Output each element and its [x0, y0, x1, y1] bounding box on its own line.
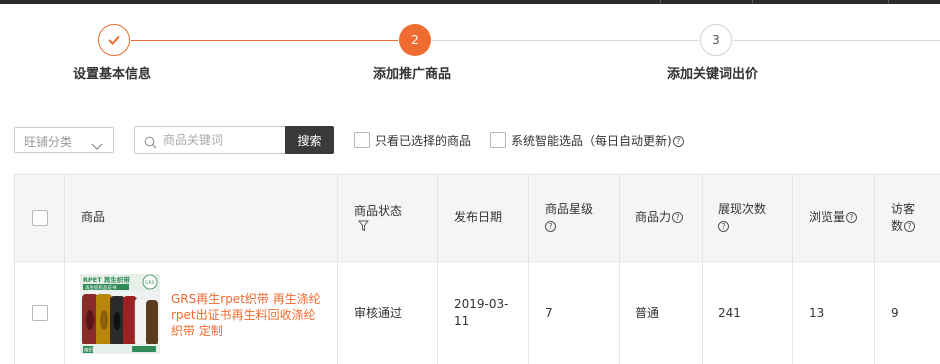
help-icon[interactable]: ? [904, 221, 916, 232]
step-2-number: 2 [411, 33, 419, 47]
row-checkbox[interactable] [32, 305, 48, 321]
category-select-value: 旺铺分类 [24, 135, 73, 149]
col-product-power: 商品力? [635, 209, 684, 226]
filter-icon[interactable] [357, 220, 370, 237]
col-product-power-label: 商品力 [635, 210, 672, 224]
smart-select-checkbox[interactable] [490, 132, 506, 148]
col-star-level-label: 商品星级 [545, 202, 594, 216]
col-product: 商品 [81, 210, 106, 224]
col-visitors: 访客数? [891, 201, 921, 235]
step-3-number: 3 [712, 33, 720, 47]
product-title-link[interactable]: GRS再生rpet织带 再生涤纶rpet出证书再生料回收涤纶织带 定制 [171, 291, 325, 339]
help-icon[interactable]: ? [545, 221, 556, 232]
cell-status: 审核通过 [354, 306, 403, 320]
col-impressions: 展现次数 ? [718, 201, 766, 235]
step-2-circle: 2 [399, 24, 431, 56]
col-divider [619, 174, 620, 364]
image-stamp-text: GRS [145, 280, 155, 286]
only-selected-checkbox[interactable] [354, 132, 370, 148]
col-status[interactable]: 商品状态 [354, 203, 402, 237]
col-publish-date: 发布日期 [454, 210, 503, 224]
top-nav-strip [0, 0, 940, 4]
search-input[interactable] [163, 131, 281, 149]
select-all-checkbox[interactable] [32, 210, 48, 226]
search-button[interactable]: 搜索 [285, 126, 334, 154]
col-star-level: 商品星级 ? [545, 201, 593, 235]
help-icon[interactable]: ? [672, 136, 684, 147]
col-divider [437, 174, 438, 364]
help-icon[interactable]: ? [846, 212, 858, 223]
col-views: 浏览量? [809, 209, 858, 226]
table-row: RPET 再生织带 再生纺织品证书 GRS 精织 GRS再生rpet织带 再生涤… [15, 262, 940, 364]
col-divider [702, 174, 703, 364]
chevron-down-icon [91, 136, 103, 155]
cell-visitors: 9 [891, 306, 899, 320]
col-impressions-label: 展现次数 [718, 202, 767, 216]
cell-views: 13 [809, 306, 825, 320]
step-line-2-3 [432, 40, 699, 41]
col-divider [64, 174, 65, 364]
product-table: 商品 商品状态 发布日期 商品星级 ? 商品力? 展现次数 ? 浏览量? 访客数… [14, 174, 940, 364]
cell-product-power: 普通 [635, 306, 660, 320]
step-line-3-end [733, 40, 940, 41]
step-1-label: 设置基本信息 [73, 67, 152, 82]
only-selected-label[interactable]: 只看已选择的商品 [375, 132, 471, 149]
image-sub-text: 再生纺织品证书 [85, 284, 117, 291]
search-box [134, 126, 286, 154]
help-icon[interactable]: ? [672, 212, 684, 223]
step-1-done-icon [98, 24, 130, 56]
cell-publish-date: 2019-03-11 [454, 297, 509, 328]
step-3-circle: 3 [700, 24, 732, 56]
step-2-label: 添加推广商品 [373, 67, 452, 82]
cell-impressions: 241 [718, 306, 741, 320]
cell-star-level: 7 [545, 306, 553, 320]
table-header: 商品 商品状态 发布日期 商品星级 ? 商品力? 展现次数 ? 浏览量? 访客数… [15, 174, 940, 262]
col-status-label: 商品状态 [354, 204, 403, 218]
step-line-1-2 [131, 40, 398, 41]
product-image[interactable]: RPET 再生织带 再生纺织品证书 GRS 精织 [80, 274, 160, 354]
col-divider [792, 174, 793, 364]
smart-select-label: 系统智能选品（每日自动更新) [511, 134, 672, 148]
help-icon[interactable]: ? [718, 221, 729, 232]
smart-select-label-wrap[interactable]: 系统智能选品（每日自动更新)? [511, 132, 684, 149]
col-divider [874, 174, 875, 364]
col-divider [337, 174, 338, 364]
image-mark-text: 精织 [84, 347, 93, 354]
search-icon [144, 134, 157, 153]
step-3-label: 添加关键词出价 [667, 67, 759, 82]
col-views-label: 浏览量 [809, 210, 846, 224]
col-divider [528, 174, 529, 364]
image-brand-text: RPET 再生织带 [83, 275, 130, 284]
category-select[interactable]: 旺铺分类 [14, 127, 114, 153]
